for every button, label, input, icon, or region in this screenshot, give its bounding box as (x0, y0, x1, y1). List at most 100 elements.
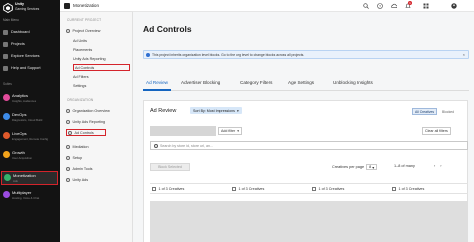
suite-title: DevOps (12, 112, 27, 117)
per-page-value: 8 (369, 165, 372, 169)
column-checkbox[interactable] (152, 187, 156, 191)
current-project-section-label: CURRENT PROJECT (67, 18, 102, 22)
chevron-left-icon[interactable]: ‹ (434, 164, 435, 168)
subnav-item-ad-units[interactable]: Ad Units (73, 37, 130, 44)
sidebar-suite-growth[interactable]: Growth User Acquisition (3, 150, 58, 164)
help-icon (3, 65, 8, 71)
toggle-blocked[interactable]: Blocked (440, 108, 456, 115)
subnav-item-label: Settings (73, 83, 87, 88)
sidebar-item-projects[interactable]: Projects (3, 40, 58, 48)
devops-icon (3, 113, 10, 120)
ad-controls-icon (68, 130, 72, 135)
subnav-item-unity-ads-reporting[interactable]: Unity Ads Reporting (73, 55, 130, 62)
sidebar-item-explore-services[interactable]: Explore Services (3, 52, 58, 60)
sidebar-suite-multiplayer[interactable]: Multiplayer Hosting, Voice & Chat (3, 190, 58, 204)
main-menu-label: Main Menu (3, 18, 19, 22)
subnav-item-placements[interactable]: Placements (73, 46, 130, 53)
chevron-right-icon[interactable]: › (440, 164, 441, 168)
range-label: 1–8 of many (394, 164, 415, 168)
page-title: Ad Controls (143, 24, 192, 34)
sidebar-suite-monetization[interactable]: Monetization Ads (1, 171, 58, 185)
subnav-item-mediation[interactable]: Mediation (66, 143, 130, 150)
admin-tools-icon (66, 166, 70, 171)
per-page-control: Creatives per page 8 ▾ (332, 164, 378, 170)
toggle-all-creatives[interactable]: All Creatives (412, 108, 438, 115)
column-checkbox[interactable] (392, 187, 396, 191)
unity-logo-icon (3, 3, 13, 13)
subnav-item-setup[interactable]: Setup (66, 154, 130, 161)
liveops-icon (3, 132, 10, 139)
growth-icon (3, 151, 10, 158)
organization-icon (66, 108, 70, 113)
tab-advertiser-blocking[interactable]: Advertiser Blocking (181, 80, 220, 85)
add-filter-button[interactable]: Add filter ▾ (218, 127, 242, 135)
column-checkbox[interactable] (312, 187, 316, 191)
tab-unblocking-insights[interactable]: Unblocking Insights (333, 80, 373, 85)
main-content: Ad Controls This project inherits organi… (133, 12, 474, 242)
info-icon (146, 52, 150, 57)
subnav-item-unity-ads[interactable]: Unity Ads (66, 176, 130, 183)
search-icon[interactable] (363, 3, 369, 9)
subnav-item-settings[interactable]: Settings (73, 82, 130, 89)
subnav-title: Monetization (73, 3, 100, 8)
suite-subtitle: Engagement, Remote Config (12, 137, 49, 141)
clear-filters-button[interactable]: Clear all filters (422, 127, 451, 135)
subnav-item-admin-tools[interactable]: Admin Tools (66, 165, 130, 172)
sort-by-label: Sort By: Most Impressions (193, 108, 235, 113)
sidebar-item-dashboard[interactable]: Dashboard (3, 28, 58, 36)
tab-category-filters[interactable]: Category Filters (240, 80, 272, 85)
search-input[interactable] (160, 142, 360, 149)
search-icon (154, 143, 158, 148)
sidebar-item-help-and-support[interactable]: Help and Support (3, 64, 58, 72)
cloud-icon[interactable] (391, 3, 397, 9)
column-header: 1 of 3 Creatives (232, 187, 264, 191)
sidebar-item-label: Explore Services (11, 54, 40, 58)
column-header-label: 1 of 3 Creatives (158, 187, 185, 191)
sidebar-suite-devops[interactable]: DevOps Diagnostics, Cloud Build (3, 112, 58, 126)
brand-subtitle: Gaming Services (15, 7, 40, 11)
active-tab-indicator (143, 89, 171, 91)
mediation-icon (66, 144, 70, 149)
tab-ad-review[interactable]: Ad Review (146, 80, 168, 85)
unity-ads-icon (66, 177, 70, 182)
grid-icon[interactable] (423, 3, 429, 9)
suite-title: Multiplayer (12, 190, 32, 195)
dashboard-icon (3, 29, 8, 35)
overview-icon (66, 28, 70, 33)
subnav-item-organization-overview[interactable]: Organization Overview (66, 107, 130, 114)
subnav-item-org-unity-ads-reporting[interactable]: Unity Ads Reporting (66, 118, 130, 125)
column-header: 1 of 3 Creatives (392, 187, 424, 191)
block-selected-button[interactable]: Block Selected (150, 163, 190, 171)
subnav-item-label: Ad Controls (75, 65, 95, 70)
setup-icon (66, 155, 70, 160)
tab-age-settings[interactable]: Age Settings (288, 80, 314, 85)
sidebar-suite-analytics[interactable]: Analytics Insights, Audiences (3, 93, 58, 107)
column-checkbox[interactable] (232, 187, 236, 191)
ad-review-card: Ad Review Sort By: Most Impressions ▾ Al… (143, 100, 468, 242)
subnav-header: Monetization (60, 0, 133, 12)
user-icon[interactable] (451, 3, 457, 9)
column-header: 1 of 3 Creatives (152, 187, 184, 191)
suite-subtitle: Hosting, Voice & Chat (12, 196, 40, 200)
subnav-item-ad-filters[interactable]: Ad Filters (73, 73, 130, 80)
per-page-select[interactable]: 8 ▾ (366, 164, 378, 170)
subnav-item-label: Project Overview (72, 28, 101, 33)
subnav-item-project-overview[interactable]: Project Overview (66, 27, 130, 34)
add-filter-label: Add filter (221, 129, 236, 133)
explore-icon (3, 53, 8, 59)
column-header-label: 1 of 3 Creatives (398, 187, 425, 191)
subnav-item-ad-controls-project[interactable]: Ad Controls (73, 64, 130, 71)
search-field[interactable] (150, 141, 468, 150)
suite-subtitle: Ads (13, 179, 18, 183)
suites-section-label: Suites (3, 82, 12, 86)
suite-subtitle: Insights, Audiences (12, 99, 37, 103)
help-icon[interactable]: ? (377, 3, 383, 9)
chevron-down-icon: ▾ (236, 108, 239, 113)
subnav-item-label: Unity Ads Reporting (72, 119, 106, 124)
monetization-subnav: Monetization CURRENT PROJECT Project Ove… (60, 0, 133, 242)
subnav-item-ad-controls-org[interactable]: Ad Controls (66, 129, 106, 136)
chevron-down-icon: ▾ (237, 129, 239, 133)
sort-by-chip[interactable]: Sort By: Most Impressions ▾ (190, 107, 242, 114)
close-icon[interactable]: × (463, 52, 465, 57)
sidebar-suite-liveops[interactable]: LiveOps Engagement, Remote Config (3, 131, 58, 145)
